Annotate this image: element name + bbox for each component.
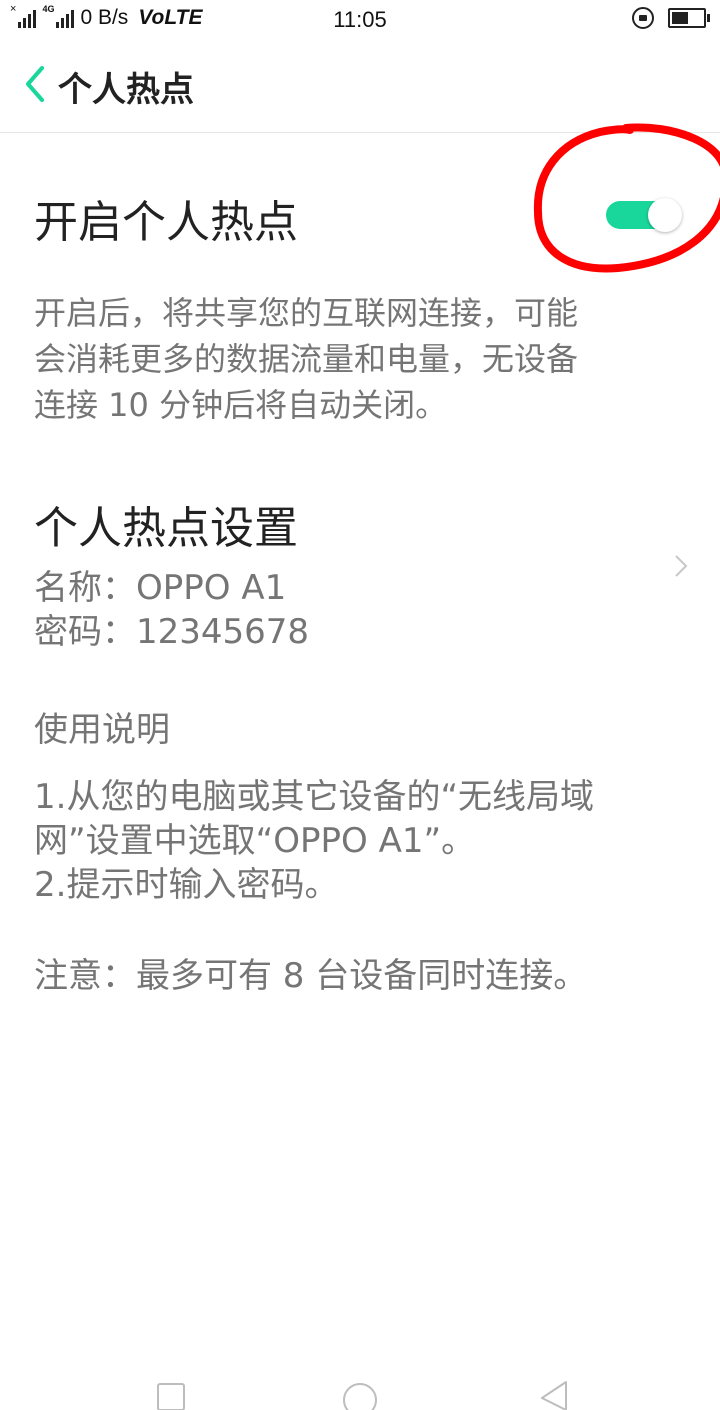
back-icon[interactable] [538,1380,570,1410]
status-right [632,7,710,29]
instruction-step-1-line-1: 1.从您的电脑或其它设备的“无线局域 [34,777,595,817]
rotation-lock-icon [632,7,654,29]
hotspot-settings-title: 个人热点设置 [34,503,298,554]
instructions-heading: 使用说明 [34,710,170,750]
hotspot-toggle-switch[interactable] [606,198,686,232]
page-title: 个人热点 [58,70,194,110]
battery-fill [672,12,688,24]
chevron-right-icon [675,555,688,577]
hotspot-description: 开启后，将共享您的互联网连接，可能 会消耗更多的数据流量和电量，无设备 连接 1… [34,290,684,428]
back-button[interactable] [22,64,52,104]
hotspot-password: 密码：12345678 [34,612,310,652]
description-line: 开启后，将共享您的互联网连接，可能 [34,294,579,332]
description-line: 连接 10 分钟后将自动关闭。 [34,386,448,424]
hotspot-toggle-label: 开启个人热点 [34,197,298,248]
description-line: 会消耗更多的数据流量和电量，无设备 [34,340,579,378]
screen: × 4G 0 B/s VoLTE 11:05 个人热点 开启个人热点 开启后，将… [0,0,720,1410]
clock: 11:05 [333,7,387,32]
instruction-step-2: 2.提示时输入密码。 [34,865,339,905]
hotspot-name: 名称：OPPO A1 [34,568,287,608]
battery-icon [668,8,710,28]
recent-apps-icon[interactable] [156,1380,186,1410]
instruction-step-1-line-2: 网”设置中选取“OPPO A1”。 [34,821,476,861]
hotspot-settings-row[interactable]: 名称：OPPO A1 密码：12345678 [0,556,720,652]
app-header: 个人热点 [0,38,720,133]
home-icon[interactable] [342,1380,378,1410]
chevron-left-icon [26,66,44,102]
status-bar: × 4G 0 B/s VoLTE 11:05 [0,0,720,38]
toggle-knob [648,198,682,232]
connection-limit-note: 注意：最多可有 8 台设备同时连接。 [34,956,588,996]
